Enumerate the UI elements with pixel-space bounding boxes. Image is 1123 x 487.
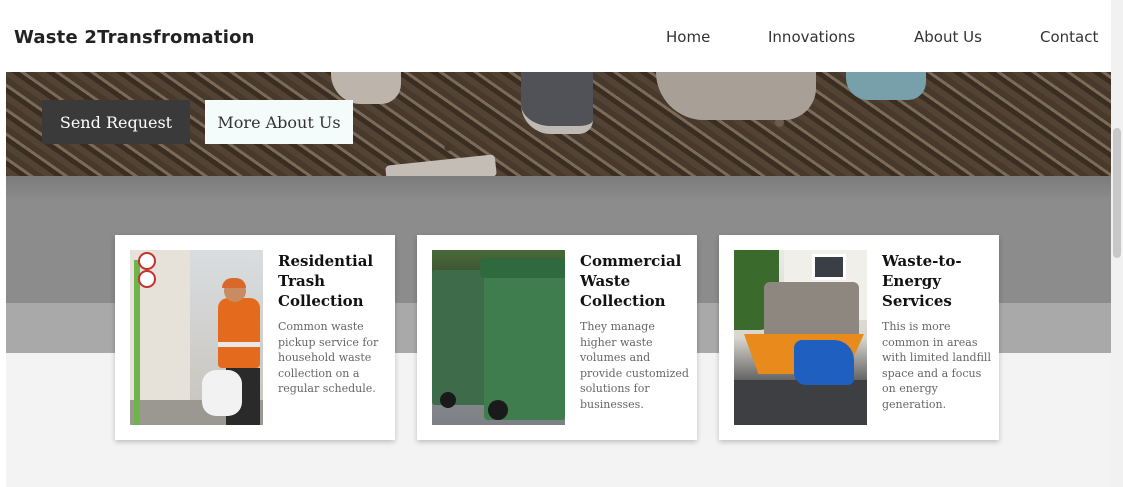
site-logo[interactable]: Waste 2Transfromation: [14, 27, 255, 48]
more-about-us-button[interactable]: More About Us: [205, 100, 353, 144]
card-description: They manage higher waste volumes and pro…: [580, 320, 689, 411]
card-title: Residential Trash Collection: [278, 252, 374, 310]
nav-link-about-us[interactable]: About Us: [914, 28, 982, 46]
page-scrollbar[interactable]: [1111, 0, 1123, 487]
send-request-button[interactable]: Send Request: [42, 100, 190, 144]
service-card-residential[interactable]: Residential Trash Collection Common wast…: [115, 235, 395, 440]
commercial-bins-image: [432, 250, 565, 425]
card-title: Commercial Waste Collection: [580, 252, 682, 310]
scrollbar-thumb[interactable]: [1113, 128, 1121, 258]
waste-skip-image: [734, 250, 867, 425]
service-card-waste-to-energy[interactable]: Waste-to-Energy Services This is more co…: [719, 235, 999, 440]
hero-bottom-fade: [6, 176, 1111, 198]
card-description: Common waste pickup service for househol…: [278, 320, 379, 395]
nav-link-innovations[interactable]: Innovations: [768, 28, 855, 46]
card-description: This is more common in areas with limite…: [882, 320, 991, 411]
service-card-commercial[interactable]: Commercial Waste Collection They manage …: [417, 235, 697, 440]
card-title: Waste-to-Energy Services: [882, 252, 962, 310]
nav-link-contact[interactable]: Contact: [1040, 28, 1098, 46]
residential-trash-image: [130, 250, 263, 425]
nav-link-home[interactable]: Home: [666, 28, 710, 46]
top-navbar: Waste 2Transfromation Home Innovations A…: [0, 0, 1123, 72]
